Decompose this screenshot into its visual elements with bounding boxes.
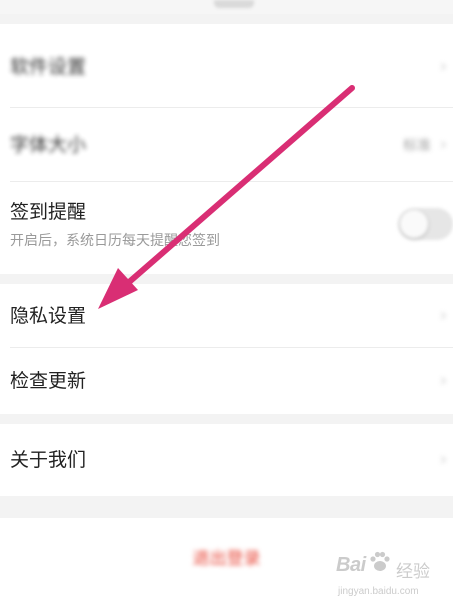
watermark-cn-text: 经验: [396, 562, 430, 582]
chevron-right-icon: ›: [439, 134, 447, 155]
settings-row-label: 字体大小: [10, 134, 87, 156]
about-us-label: 关于我们: [10, 449, 87, 471]
settings-row-privacy[interactable]: 隐私设置 ›: [0, 284, 453, 348]
chevron-right-icon: ›: [439, 56, 447, 77]
settings-row-sign-in-reminder: 签到提醒 开启后，系统日历每天提醒您签到: [0, 182, 453, 274]
sign-in-reminder-label: 签到提醒: [10, 201, 87, 223]
settings-row-label: 软件设置: [10, 56, 87, 78]
sign-in-reminder-description: 开启后，系统日历每天提醒您签到: [10, 233, 220, 249]
chevron-right-icon: ›: [439, 370, 447, 391]
toggle-knob: [400, 210, 428, 238]
top-bar: [0, 0, 453, 14]
paw-icon: [370, 551, 390, 571]
settings-row-about-us[interactable]: 关于我们 ›: [0, 424, 453, 496]
sign-in-reminder-toggle[interactable]: [398, 208, 453, 240]
settings-row-software[interactable]: 软件设置 ›: [0, 24, 453, 108]
settings-row-value: 标准: [403, 138, 431, 154]
settings-row-check-update[interactable]: 检查更新 ›: [0, 348, 453, 414]
settings-group-general: 软件设置 › 字体大小 标准 › 签到提醒 开启后，系统日历每天提醒您签到: [0, 24, 453, 274]
header-title: [214, 0, 254, 8]
chevron-right-icon: ›: [439, 305, 447, 326]
watermark-url: jingyan.baidu.com: [338, 586, 419, 597]
settings-group-about: 关于我们 ›: [0, 424, 453, 496]
settings-group-privacy: 隐私设置 › 检查更新 ›: [0, 284, 453, 414]
privacy-settings-label: 隐私设置: [10, 305, 87, 327]
watermark-logo-text: Bai: [336, 554, 366, 576]
check-update-label: 检查更新: [10, 370, 87, 392]
chevron-right-icon: ›: [439, 449, 447, 470]
baidu-jingyan-watermark: Bai 经验 jingyan.baidu.com: [336, 548, 448, 604]
settings-row-font-size[interactable]: 字体大小 标准 ›: [0, 108, 453, 182]
